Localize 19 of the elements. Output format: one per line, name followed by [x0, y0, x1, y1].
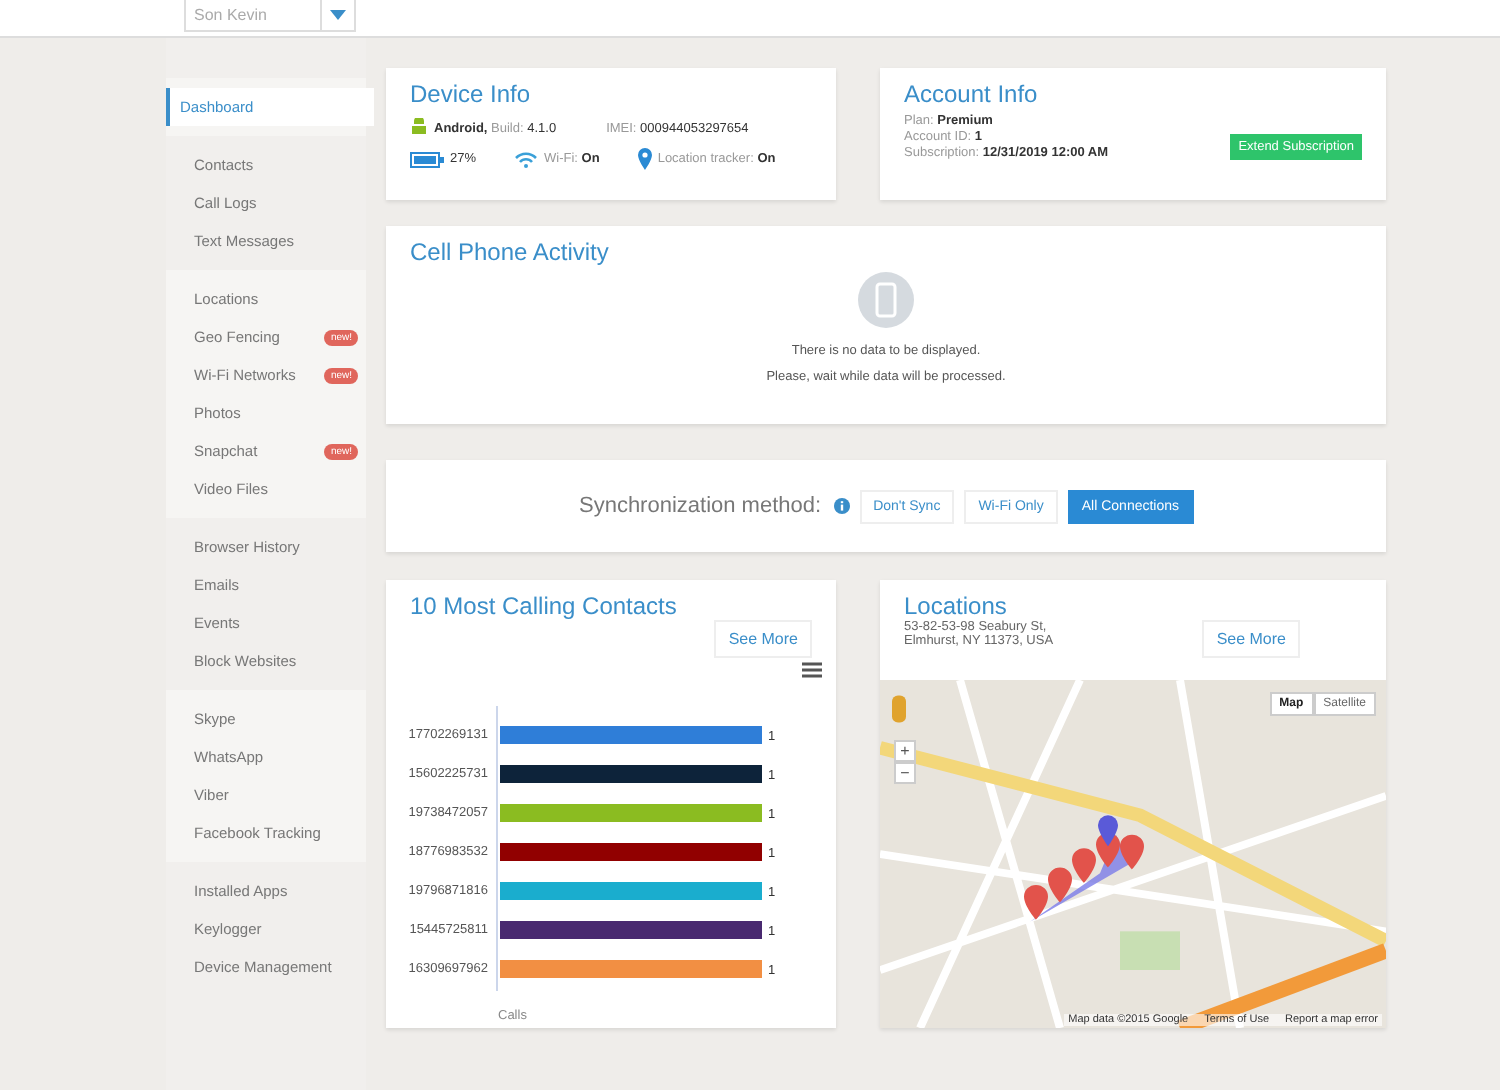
- card-title: Cell Phone Activity: [410, 238, 609, 266]
- card-title: 10 Most Calling Contacts: [410, 592, 677, 624]
- card-title: Account Info: [904, 80, 1040, 108]
- caret-icon: [330, 10, 346, 20]
- location-pin-icon: [637, 148, 652, 170]
- battery-icon: [410, 151, 444, 167]
- wifi-icon: [514, 151, 539, 167]
- account-select[interactable]: Son Kevin: [184, 0, 356, 32]
- see-more-button[interactable]: See More: [714, 620, 812, 658]
- phone-icon: [858, 272, 914, 328]
- sync-label: Synchronization method:: [578, 494, 822, 518]
- menu-icon[interactable]: [802, 662, 822, 678]
- card-title: Locations: [904, 592, 1009, 620]
- android-icon: [410, 118, 428, 138]
- zoom-out-button[interactable]: −: [894, 762, 916, 784]
- card-title: Device Info: [410, 80, 533, 108]
- see-more-button[interactable]: See More: [1202, 620, 1300, 658]
- zoom-in-button[interactable]: +: [894, 740, 916, 762]
- info-icon: [833, 498, 850, 514]
